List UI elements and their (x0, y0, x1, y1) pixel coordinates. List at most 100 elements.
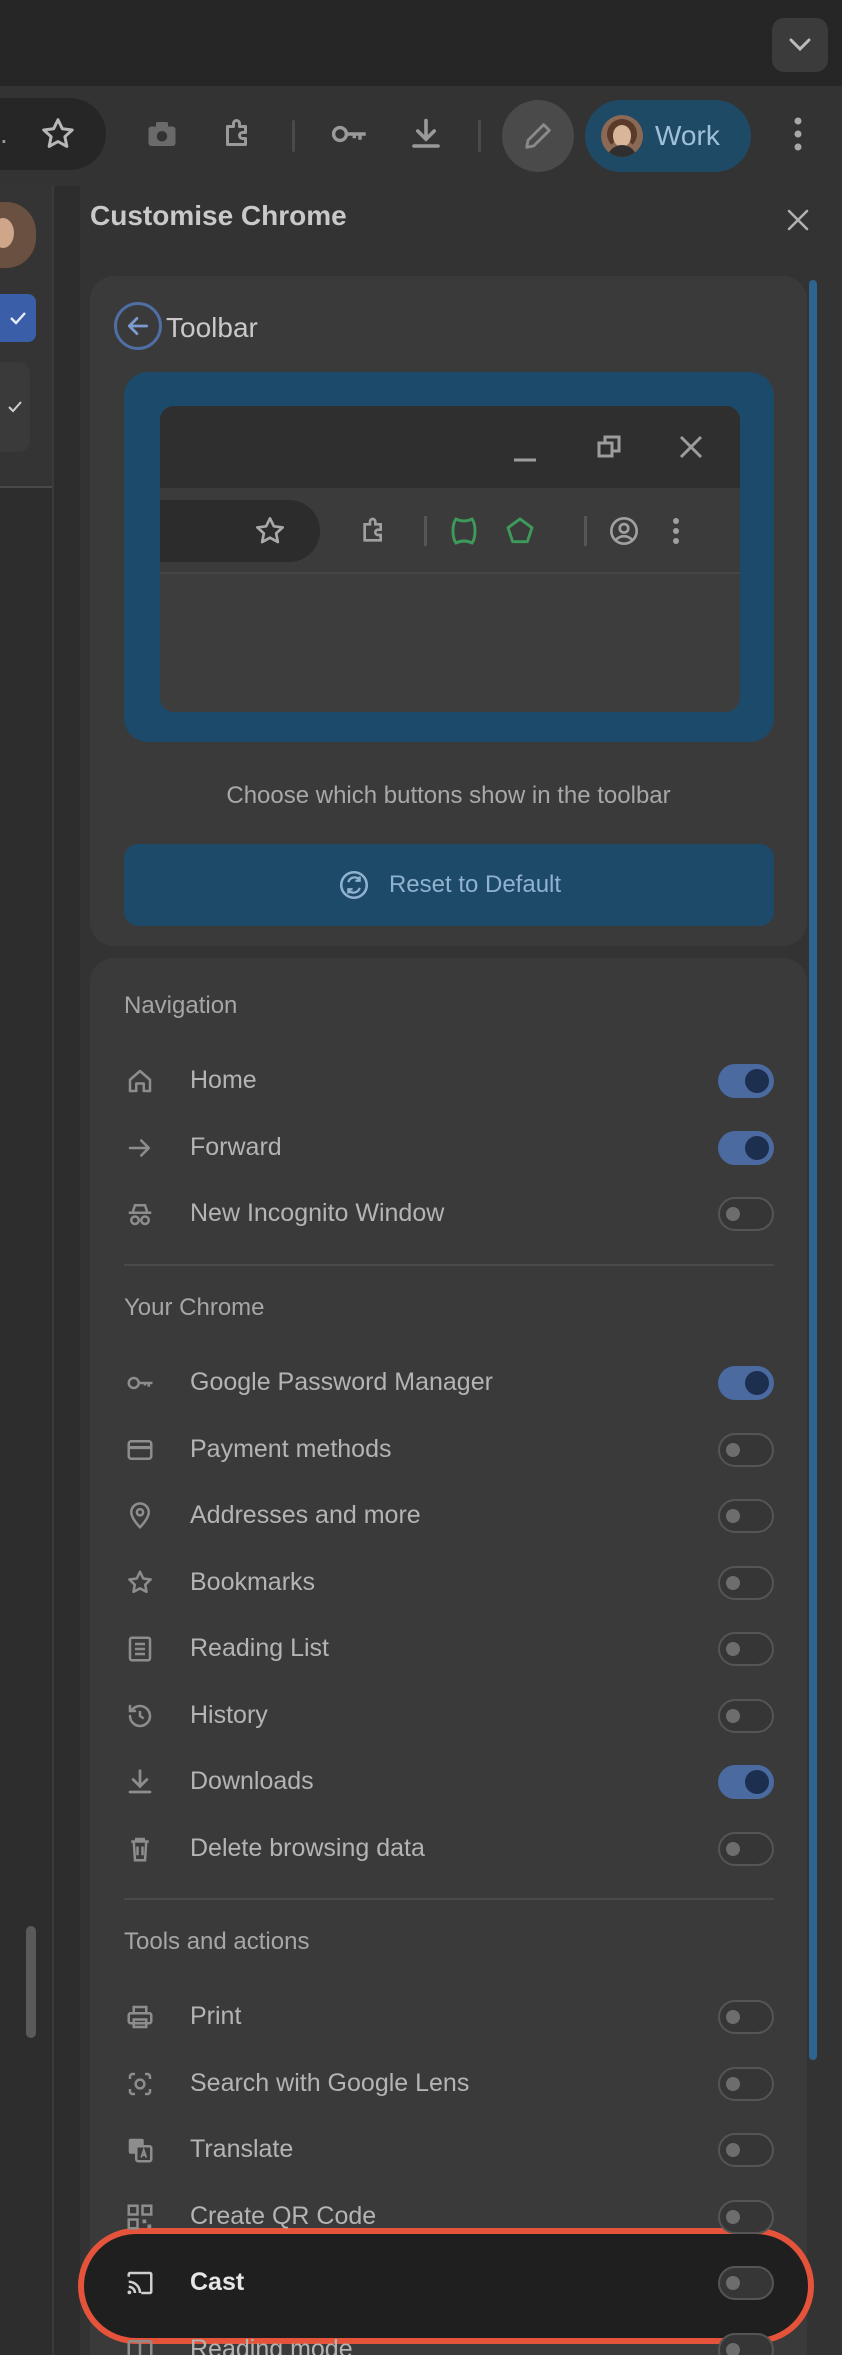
avatar (601, 115, 643, 157)
camera-icon[interactable] (138, 110, 186, 158)
toggle-switch[interactable] (718, 1566, 774, 1600)
toggle-label: Search with Google Lens (190, 2069, 470, 2097)
toggle-switch[interactable] (718, 1499, 774, 1533)
toggle-row-forward[interactable]: Forward (90, 1115, 807, 1181)
back-arrow-icon[interactable] (114, 302, 162, 350)
toggle-knob (726, 2143, 740, 2157)
print-icon (124, 2001, 156, 2033)
customize-chrome-button[interactable] (502, 100, 574, 172)
toggle-row-delete-browsing-data[interactable]: Delete browsing data (90, 1816, 807, 1882)
avatar (0, 202, 36, 268)
toolbar-caption: Choose which buttons show in the toolbar (226, 782, 671, 809)
download-icon (124, 1766, 156, 1798)
tab-search-button[interactable] (772, 18, 828, 72)
omnibox-text: . (0, 118, 8, 149)
toggle-label: Delete browsing data (190, 1834, 425, 1862)
toolbar: . Work (0, 86, 842, 186)
toggle-label: Translate (190, 2135, 294, 2163)
bookmark-star-icon (124, 1567, 156, 1599)
section-title: Navigation (124, 992, 238, 1019)
check-icon[interactable] (0, 362, 30, 452)
toggle-switch[interactable] (718, 1197, 774, 1231)
toggle-row-reading-list[interactable]: Reading List (90, 1616, 807, 1682)
toggle-knob (726, 1576, 740, 1590)
toggle-switch[interactable] (718, 2000, 774, 2034)
toggle-switch[interactable] (718, 2333, 774, 2355)
download-icon[interactable] (402, 110, 450, 158)
reset-to-default-button[interactable]: Reset to Default (124, 844, 774, 926)
bookmark-star-icon[interactable] (40, 116, 76, 157)
toggle-knob (726, 2077, 740, 2091)
key-icon (124, 1367, 156, 1399)
toggle-label: History (190, 1701, 268, 1729)
preview-window (160, 406, 740, 712)
toggle-switch[interactable] (718, 1765, 774, 1799)
pentagon-placeholder-icon (502, 513, 538, 549)
toggle-row-translate[interactable]: Translate (90, 2117, 807, 2183)
toggle-row-reading-mode[interactable]: Reading mode (90, 2317, 807, 2355)
more-menu-icon[interactable] (780, 110, 816, 158)
extensions-icon[interactable] (214, 110, 262, 158)
toggle-knob (745, 1371, 769, 1395)
toggle-row-search-with-google-lens[interactable]: Search with Google Lens (90, 2051, 807, 2117)
toggle-row-new-incognito-window[interactable]: New Incognito Window (90, 1181, 807, 1247)
toggle-switch[interactable] (718, 1366, 774, 1400)
toggle-switch[interactable] (718, 1632, 774, 1666)
toggle-knob (726, 2010, 740, 2024)
toggle-row-history[interactable]: History (90, 1683, 807, 1749)
trash-icon (124, 1833, 156, 1865)
toggle-knob (726, 1709, 740, 1723)
toggle-label: Print (190, 2002, 242, 2030)
omnibox[interactable]: . (0, 98, 106, 170)
toggle-row-addresses-and-more[interactable]: Addresses and more (90, 1483, 807, 1549)
toggle-switch[interactable] (718, 1699, 774, 1733)
toggle-knob (745, 1770, 769, 1794)
pencil-icon (525, 123, 551, 149)
page-content (0, 186, 80, 2355)
toggle-row-bookmarks[interactable]: Bookmarks (90, 1550, 807, 1616)
toggle-switch[interactable] (718, 1433, 774, 1467)
profile-button[interactable]: Work (585, 100, 751, 172)
preview-separator (584, 516, 587, 546)
history-icon (124, 1700, 156, 1732)
toggle-row-print[interactable]: Print (90, 1984, 807, 2050)
chevron-down-icon (789, 38, 811, 52)
toggle-row-google-password-manager[interactable]: Google Password Manager (90, 1350, 807, 1416)
toggle-label: Create QR Code (190, 2202, 377, 2230)
toggle-knob (726, 2343, 740, 2355)
incognito-icon (124, 1198, 156, 1230)
reset-icon (339, 870, 368, 900)
divider (52, 186, 54, 2355)
toggle-switch[interactable] (718, 2067, 774, 2101)
toggle-knob (745, 1136, 769, 1160)
toggle-switch[interactable] (718, 1064, 774, 1098)
scrollbar[interactable] (26, 1926, 36, 2038)
selected-check-icon[interactable] (0, 294, 36, 342)
panel-scrollbar[interactable] (809, 280, 817, 2060)
toggle-row-cast[interactable]: Cast (90, 2250, 807, 2316)
toggle-label: Google Password Manager (190, 1368, 493, 1396)
key-icon[interactable] (326, 110, 374, 158)
reset-label: Reset to Default (388, 871, 562, 898)
toggle-switch[interactable] (718, 2200, 774, 2234)
toggle-row-create-qr-code[interactable]: Create QR Code (90, 2184, 807, 2250)
bookmark-star-icon (252, 513, 288, 549)
toggle-row-downloads[interactable]: Downloads (90, 1749, 807, 1815)
toggle-switch[interactable] (718, 1832, 774, 1866)
toggle-switch[interactable] (718, 2133, 774, 2167)
reading-mode-icon (124, 2334, 156, 2355)
toggle-knob (745, 1069, 769, 1093)
toggle-switch[interactable] (718, 1131, 774, 1165)
toggle-label: Cast (190, 2268, 245, 2296)
restore-icon (594, 432, 624, 462)
close-icon[interactable] (778, 200, 818, 240)
toggle-knob (726, 1642, 740, 1656)
close-icon (676, 432, 706, 462)
toggle-row-home[interactable]: Home (90, 1048, 807, 1114)
section-title: Your Chrome (124, 1294, 265, 1321)
toggle-row-payment-methods[interactable]: Payment methods (90, 1417, 807, 1483)
toggle-switch[interactable] (718, 2266, 774, 2300)
toggle-label: Forward (190, 1133, 282, 1161)
toggle-knob (726, 1443, 740, 1457)
translate-icon (124, 2134, 156, 2166)
